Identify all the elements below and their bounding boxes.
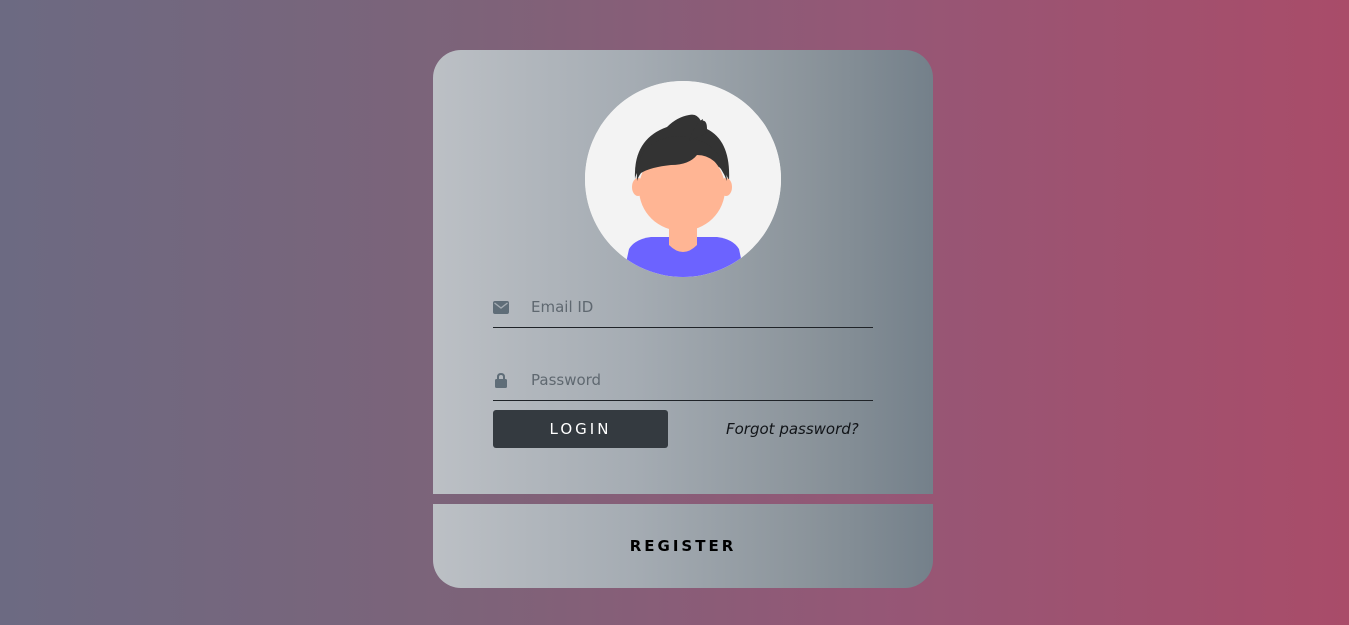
email-field: [493, 287, 873, 328]
register-link[interactable]: REGISTER: [630, 537, 737, 555]
user-avatar-icon: [585, 81, 781, 277]
forgot-password-link[interactable]: Forgot password?: [726, 420, 859, 438]
register-card: REGISTER: [433, 504, 933, 588]
password-input[interactable]: [531, 365, 873, 395]
email-input[interactable]: [531, 292, 873, 322]
login-card: LOGIN Forgot password?: [433, 50, 933, 494]
envelope-icon: [493, 299, 509, 315]
lock-icon: [493, 372, 509, 388]
login-button[interactable]: LOGIN: [493, 410, 668, 448]
password-field: [493, 360, 873, 401]
